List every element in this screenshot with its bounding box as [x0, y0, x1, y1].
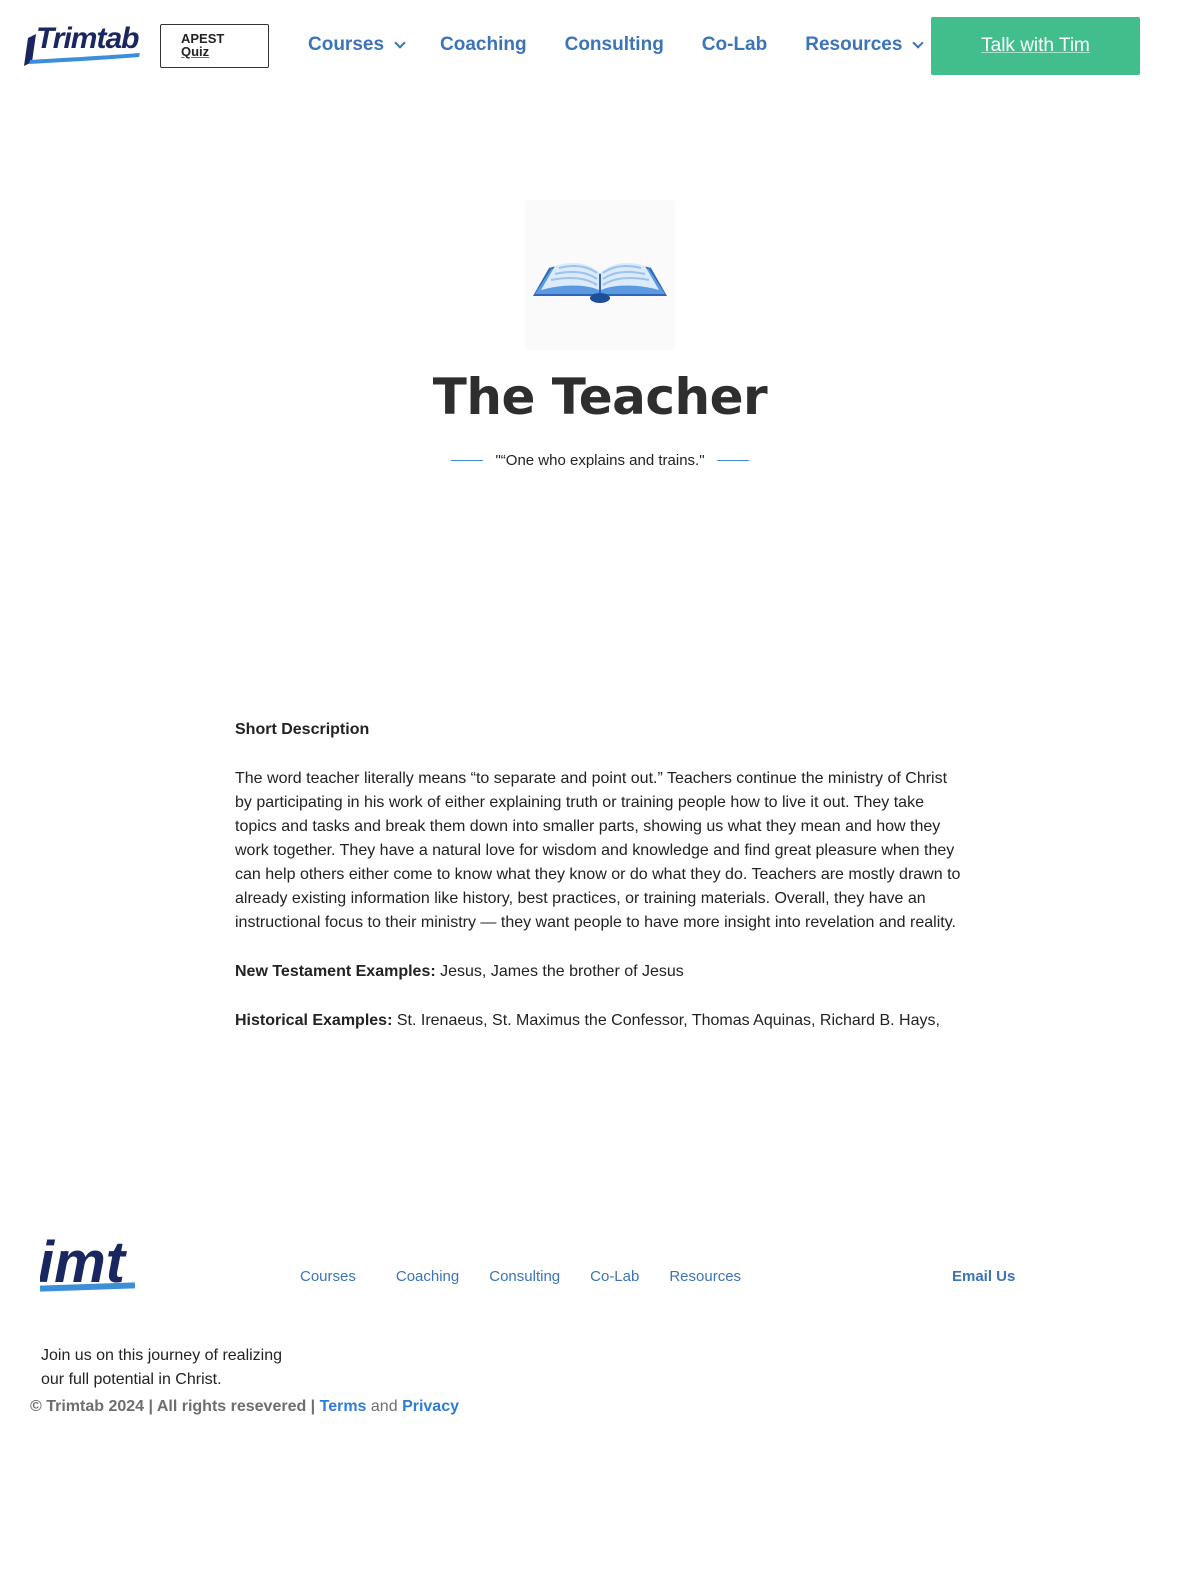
footer-logo[interactable]: imt — [40, 1226, 135, 1304]
hist-label: Historical Examples: — [235, 1012, 393, 1029]
footer-logo-text: imt — [40, 1230, 128, 1295]
tagline-row: "“One who explains and trains." — [0, 452, 1200, 469]
nav-courses[interactable]: Courses — [308, 34, 406, 56]
terms-link[interactable]: Terms — [320, 1398, 367, 1415]
footer-nav-colab[interactable]: Co-Lab — [590, 1268, 639, 1285]
copyright-text: © Trimtab 2024 | All rights resevered | — [30, 1398, 316, 1415]
nav-resources[interactable]: Resources — [805, 34, 925, 56]
apest-quiz-button[interactable]: APEST Quiz — [160, 24, 269, 68]
logo-text: Trimtab — [36, 22, 139, 55]
nav-consulting[interactable]: Consulting — [565, 34, 664, 56]
footer-tagline: Join us on this journey of realizing our… — [41, 1347, 283, 1388]
footer-nav-consulting[interactable]: Consulting — [489, 1268, 560, 1285]
short-description-text: The word teacher literally means “to sep… — [235, 770, 961, 931]
and-text: and — [370, 1398, 398, 1415]
nav-colab-label: Co-Lab — [701, 34, 768, 55]
nav-coaching-label: Coaching — [440, 34, 527, 55]
quiz-label-line2: Quiz — [181, 44, 210, 59]
copyright: © Trimtab 2024 | All rights resevered | … — [30, 1398, 459, 1416]
main-content: Short Description The word teacher liter… — [235, 718, 965, 1058]
nav-resources-label: Resources — [805, 34, 903, 55]
historical-examples: Historical Examples: St. Irenaeus, St. M… — [235, 1009, 965, 1033]
footer-nav: Courses Coaching Consulting Co-Lab Resou… — [300, 1268, 741, 1285]
email-us-link[interactable]: Email Us — [952, 1268, 1015, 1285]
cta-label: Talk with Tim — [981, 35, 1090, 56]
trimtab-logo[interactable]: Trimtab — [22, 22, 142, 68]
footer-nav-courses[interactable]: Courses — [300, 1268, 356, 1285]
nav-coaching[interactable]: Coaching — [440, 34, 527, 56]
nt-value: Jesus, James the brother of Jesus — [440, 963, 684, 980]
talk-with-tim-button[interactable]: Talk with Tim — [931, 17, 1140, 75]
tagline: "“One who explains and trains." — [495, 452, 705, 469]
tagline-divider-left — [451, 460, 484, 461]
chevron-down-icon — [394, 37, 406, 49]
site-header: Trimtab APEST Quiz Courses Coaching Cons… — [0, 0, 1200, 92]
nav-courses-label: Courses — [308, 34, 385, 55]
tagline-divider-right — [716, 460, 749, 461]
nav-consulting-label: Consulting — [564, 34, 664, 55]
page-title: The Teacher — [432, 368, 768, 426]
footer-nav-coaching[interactable]: Coaching — [396, 1268, 459, 1285]
main-nav: Courses Coaching Consulting Co-Lab Resou… — [308, 34, 925, 56]
footer-nav-resources[interactable]: Resources — [669, 1268, 741, 1285]
open-book-icon — [525, 200, 675, 350]
nav-colab[interactable]: Co-Lab — [702, 34, 767, 56]
hist-value: St. Irenaeus, St. Maximus the Confessor,… — [396, 1012, 940, 1029]
privacy-link[interactable]: Privacy — [402, 1398, 459, 1415]
new-testament-examples: New Testament Examples: Jesus, James the… — [235, 960, 965, 984]
nt-label: New Testament Examples: — [235, 963, 436, 980]
short-description-heading: Short Description — [235, 721, 370, 738]
chevron-down-icon — [912, 37, 925, 49]
